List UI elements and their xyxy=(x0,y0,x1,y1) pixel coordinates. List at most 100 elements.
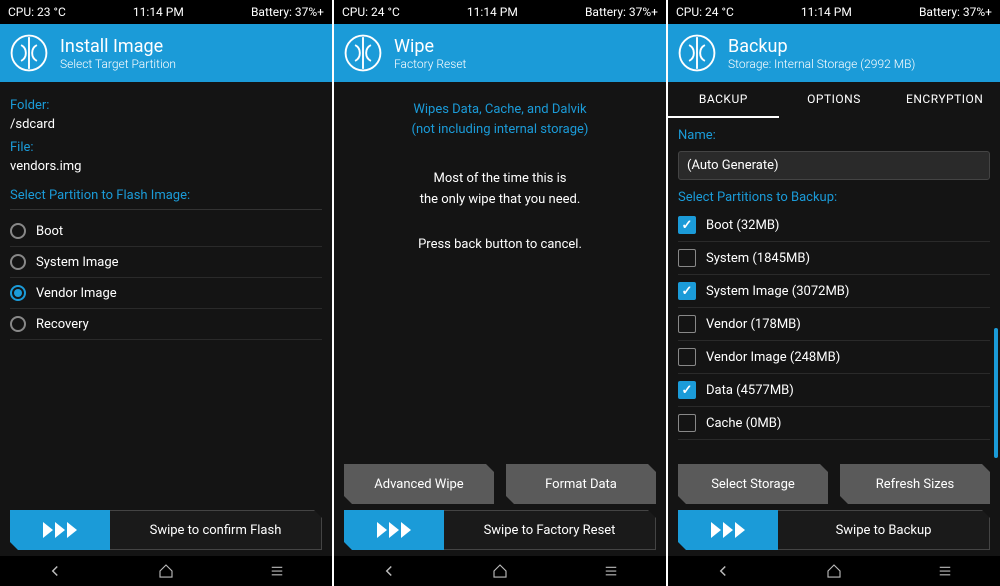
battery-level: Battery: 37%+ xyxy=(585,5,658,19)
home-icon[interactable] xyxy=(822,559,846,583)
folder-label: Folder: xyxy=(10,98,322,113)
checkbox-label: Vendor (178MB) xyxy=(706,317,801,332)
partition-radio-row[interactable]: System Image xyxy=(10,247,322,278)
select-storage-button[interactable]: Select Storage xyxy=(678,464,828,504)
battery-level: Battery: 37%+ xyxy=(251,5,324,19)
swipe-slider[interactable]: Swipe to Factory Reset xyxy=(344,510,656,550)
folder-value: /sdcard xyxy=(10,117,322,132)
back-icon[interactable] xyxy=(377,559,401,583)
partition-check-row[interactable]: Cache (0MB) xyxy=(678,407,990,440)
clock: 11:14 PM xyxy=(133,5,184,19)
partition-radio-row[interactable]: Recovery xyxy=(10,309,322,340)
checkbox-label: System (1845MB) xyxy=(706,251,810,266)
page-title: Backup xyxy=(728,36,915,57)
checkbox-icon xyxy=(678,348,696,366)
tab-backup[interactable]: BACKUP xyxy=(668,82,779,118)
partition-list: Boot System Image Vendor Image Recovery xyxy=(10,216,322,340)
app-header: Wipe Factory Reset xyxy=(334,24,666,82)
app-header: Backup Storage: Internal Storage (2992 M… xyxy=(668,24,1000,82)
refresh-sizes-button[interactable]: Refresh Sizes xyxy=(840,464,990,504)
home-icon[interactable] xyxy=(488,559,512,583)
advanced-wipe-button[interactable]: Advanced Wipe xyxy=(344,464,494,504)
file-value: vendors.img xyxy=(10,159,322,174)
partition-check-row[interactable]: System (1845MB) xyxy=(678,242,990,275)
radio-icon xyxy=(10,223,26,239)
partition-list: Boot (32MB) System (1845MB) System Image (… xyxy=(678,209,990,440)
slider-handle[interactable] xyxy=(10,510,110,550)
name-label: Name: xyxy=(678,128,990,143)
nav-bar xyxy=(668,556,1000,586)
battery-level: Battery: 37%+ xyxy=(919,5,992,19)
screen-install-image: CPU: 23 °C 11:14 PM Battery: 37%+ Instal… xyxy=(0,0,332,586)
page-subtitle: Storage: Internal Storage (2992 MB) xyxy=(728,57,915,71)
status-bar: CPU: 24 °C 11:14 PM Battery: 37%+ xyxy=(668,0,1000,24)
tab-options[interactable]: OPTIONS xyxy=(779,82,890,118)
menu-icon[interactable] xyxy=(265,559,289,583)
radio-icon xyxy=(10,316,26,332)
clock: 11:14 PM xyxy=(801,5,852,19)
page-subtitle: Select Target Partition xyxy=(60,57,176,71)
menu-icon[interactable] xyxy=(933,559,957,583)
partition-check-row[interactable]: Vendor Image (248MB) xyxy=(678,341,990,374)
partitions-section-label: Select Partitions to Backup: xyxy=(678,190,990,205)
partition-radio-row[interactable]: Vendor Image xyxy=(10,278,322,309)
page-title: Install Image xyxy=(60,36,176,57)
radio-icon xyxy=(10,254,26,270)
checkbox-icon xyxy=(678,315,696,333)
tab-encryption[interactable]: ENCRYPTION xyxy=(889,82,1000,118)
menu-icon[interactable] xyxy=(599,559,623,583)
backup-name-input[interactable] xyxy=(678,151,990,180)
tab-bar: BACKUP OPTIONS ENCRYPTION xyxy=(668,82,1000,118)
checkbox-label: System Image (3072MB) xyxy=(706,284,849,299)
radio-label: System Image xyxy=(36,255,119,270)
slider-handle[interactable] xyxy=(678,510,778,550)
app-header: Install Image Select Target Partition xyxy=(0,24,332,82)
radio-label: Vendor Image xyxy=(36,286,117,301)
partition-check-row[interactable]: Vendor (178MB) xyxy=(678,308,990,341)
clock: 11:14 PM xyxy=(467,5,518,19)
partition-section-label: Select Partition to Flash Image: xyxy=(10,188,322,210)
back-icon[interactable] xyxy=(43,559,67,583)
swipe-slider[interactable]: Swipe to confirm Flash xyxy=(10,510,322,550)
page-subtitle: Factory Reset xyxy=(394,57,466,71)
nav-bar xyxy=(334,556,666,586)
twrp-logo-icon xyxy=(10,34,48,72)
format-data-button[interactable]: Format Data xyxy=(506,464,656,504)
slider-label: Swipe to Factory Reset xyxy=(444,510,656,550)
radio-label: Recovery xyxy=(36,317,89,332)
checkbox-icon xyxy=(678,249,696,267)
swipe-slider[interactable]: Swipe to Backup xyxy=(678,510,990,550)
scroll-indicator[interactable] xyxy=(994,328,998,458)
wipe-info-line1: Wipes Data, Cache, and Dalvik xyxy=(344,100,656,120)
nav-bar xyxy=(0,556,332,586)
checkbox-icon xyxy=(678,282,696,300)
status-bar: CPU: 24 °C 11:14 PM Battery: 37%+ xyxy=(334,0,666,24)
partition-check-row[interactable]: System Image (3072MB) xyxy=(678,275,990,308)
checkbox-label: Boot (32MB) xyxy=(706,218,779,233)
cpu-temp: CPU: 24 °C xyxy=(676,5,734,19)
slider-label: Swipe to Backup xyxy=(778,510,990,550)
radio-icon xyxy=(10,285,26,301)
checkbox-label: Cache (0MB) xyxy=(706,416,781,431)
file-label: File: xyxy=(10,140,322,155)
checkbox-label: Data (4577MB) xyxy=(706,383,794,398)
checkbox-icon xyxy=(678,216,696,234)
radio-label: Boot xyxy=(36,224,63,239)
wipe-desc-line3: Press back button to cancel. xyxy=(344,235,656,256)
checkbox-label: Vendor Image (248MB) xyxy=(706,350,840,365)
wipe-info-line2: (not including internal storage) xyxy=(344,120,656,140)
slider-label: Swipe to confirm Flash xyxy=(110,510,322,550)
checkbox-icon xyxy=(678,381,696,399)
wipe-desc-line2: the only wipe that you need. xyxy=(344,190,656,211)
home-icon[interactable] xyxy=(154,559,178,583)
back-icon[interactable] xyxy=(711,559,735,583)
partition-radio-row[interactable]: Boot xyxy=(10,216,322,247)
twrp-logo-icon xyxy=(344,34,382,72)
status-bar: CPU: 23 °C 11:14 PM Battery: 37%+ xyxy=(0,0,332,24)
slider-handle[interactable] xyxy=(344,510,444,550)
cpu-temp: CPU: 23 °C xyxy=(8,5,66,19)
cpu-temp: CPU: 24 °C xyxy=(342,5,400,19)
partition-check-row[interactable]: Data (4577MB) xyxy=(678,374,990,407)
partition-check-row[interactable]: Boot (32MB) xyxy=(678,209,990,242)
wipe-desc-line1: Most of the time this is xyxy=(344,169,656,190)
